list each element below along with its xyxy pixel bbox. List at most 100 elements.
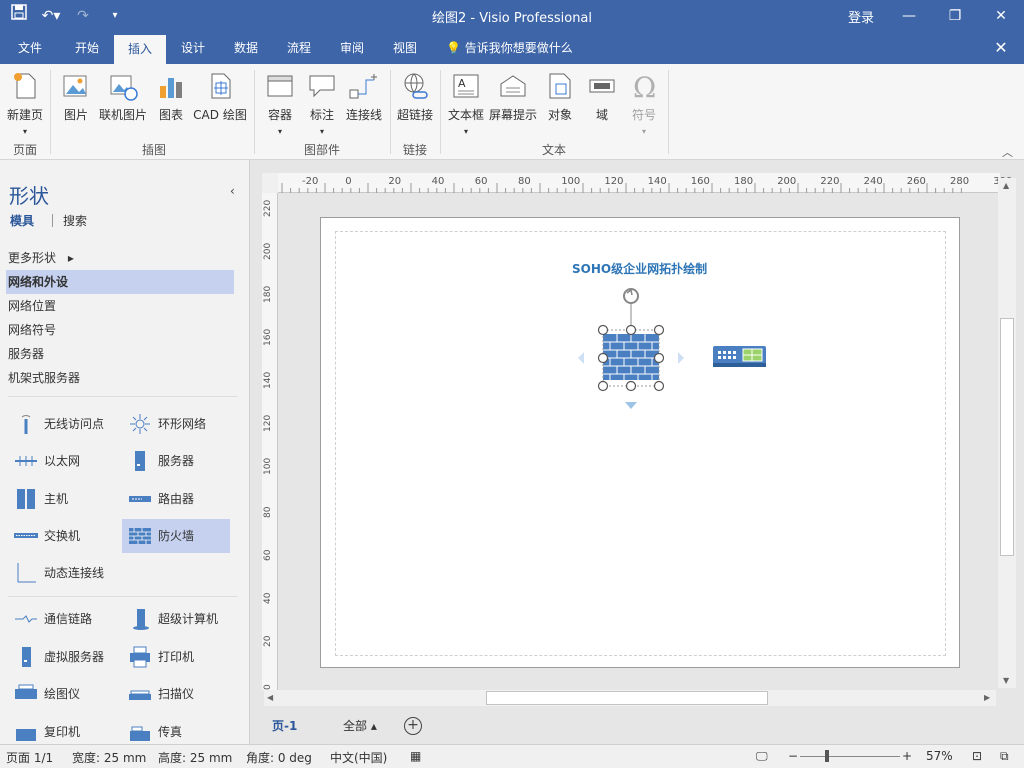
status-language[interactable]: 中文(中国)	[330, 749, 387, 766]
ruler-label: 160	[690, 176, 710, 187]
cad-drawing-button[interactable]: CAD 绘图	[192, 68, 248, 134]
svg-text:Ω: Ω	[633, 71, 656, 102]
master-virtual-server[interactable]: 虚拟服务器	[8, 640, 116, 674]
textbox-icon: A	[453, 74, 479, 98]
tab-stencils[interactable]: 模具	[10, 212, 34, 229]
restore-button[interactable]: ❐	[932, 0, 978, 32]
tell-me-box[interactable]: 💡 告诉我你想要做什么	[446, 32, 573, 64]
master-plotter[interactable]: 绘图仪	[8, 677, 116, 711]
macro-record-icon[interactable]: ▦	[410, 749, 421, 763]
picture-button[interactable]: 图片	[58, 68, 94, 134]
status-page[interactable]: 页面 1/1	[6, 749, 53, 766]
master-scanner[interactable]: 扫描仪	[122, 677, 230, 711]
connector-button[interactable]: 连接线	[344, 68, 384, 134]
master-server[interactable]: 服务器	[122, 444, 230, 478]
master-ring-network[interactable]: 环形网络	[122, 407, 230, 441]
screentip-button[interactable]: 屏幕提示	[488, 68, 538, 134]
chart-button[interactable]: 图表	[154, 68, 188, 134]
hyperlink-button[interactable]: 超链接	[396, 68, 434, 134]
stencil-rack-servers[interactable]: 机架式服务器	[6, 366, 234, 390]
stencil-network-peripherals[interactable]: 网络和外设	[6, 270, 234, 294]
tab-process[interactable]: 流程	[274, 32, 324, 64]
divider	[8, 596, 238, 597]
close-document-icon[interactable]: ✕	[990, 32, 1012, 64]
tab-view[interactable]: 视图	[380, 32, 430, 64]
minimize-button[interactable]: —	[886, 0, 932, 32]
online-picture-button[interactable]: 联机图片	[98, 68, 148, 134]
master-label: 虚拟服务器	[44, 650, 105, 664]
firewall-shape[interactable]	[572, 284, 692, 414]
master-dynamic-connector[interactable]: 动态连接线	[8, 556, 128, 590]
tab-design[interactable]: 设计	[168, 32, 218, 64]
new-page-icon	[14, 73, 36, 99]
close-button[interactable]: ✕	[978, 0, 1024, 32]
scroll-right-icon[interactable]: ▶	[984, 693, 990, 702]
object-button[interactable]: 对象	[542, 68, 578, 134]
tab-review[interactable]: 审阅	[326, 32, 378, 64]
all-pages-tab[interactable]: 全部 ▴	[343, 717, 377, 734]
tell-me-text: 告诉我你想要做什么	[464, 41, 573, 55]
fax-icon	[130, 726, 150, 741]
master-printer[interactable]: 打印机	[122, 640, 230, 674]
ruler-label: 60	[474, 176, 488, 187]
container-button[interactable]: 容器 ▾	[262, 68, 298, 136]
master-firewall[interactable]: 防火墙	[122, 519, 230, 553]
status-height[interactable]: 高度: 25 mm	[158, 749, 232, 766]
master-comm-link[interactable]: 通信链路	[8, 602, 116, 636]
tab-search[interactable]: 搜索	[63, 212, 87, 229]
tab-home[interactable]: 开始	[60, 32, 114, 64]
switch-shape[interactable]	[712, 344, 768, 372]
tab-insert[interactable]: 插入	[114, 35, 166, 64]
master-ethernet[interactable]: 以太网	[8, 444, 116, 478]
collapse-pane-icon[interactable]: ‹	[230, 184, 235, 198]
sign-in-link[interactable]: 登录	[848, 7, 874, 26]
scroll-down-icon[interactable]: ▼	[1003, 676, 1009, 685]
zoom-in-icon[interactable]: +	[902, 749, 912, 763]
callout-icon	[309, 75, 335, 98]
master-label: 无线访问点	[44, 417, 105, 431]
master-mainframe[interactable]: 主机	[8, 482, 116, 516]
zoom-level[interactable]: 57%	[926, 749, 953, 763]
field-button[interactable]: 域	[584, 68, 620, 134]
horizontal-scroll-thumb[interactable]	[486, 691, 768, 705]
chart-label: 图表	[158, 108, 183, 122]
master-copier[interactable]: 复印机	[8, 715, 116, 744]
master-fax[interactable]: 传真	[122, 715, 230, 744]
stencil-network-locations[interactable]: 网络位置	[6, 294, 234, 318]
add-page-button[interactable]: +	[404, 717, 422, 735]
horizontal-ruler: -20 0 20 40 60 80 100 120 140 160 180 200 220 240 260 2…	[262, 173, 1012, 193]
scroll-up-icon[interactable]: ▲	[1003, 181, 1009, 190]
rotation-handle[interactable]	[623, 288, 639, 330]
vertical-scroll-thumb[interactable]	[1000, 318, 1014, 556]
ruler-corner[interactable]	[262, 173, 278, 193]
ruler-label: 160	[263, 328, 273, 346]
more-shapes-item[interactable]: 更多形状 ▸	[6, 246, 234, 270]
status-angle[interactable]: 角度: 0 deg	[246, 749, 312, 766]
status-width[interactable]: 宽度: 25 mm	[72, 749, 146, 766]
symbol-button[interactable]: Ω 符号 ▾	[626, 68, 662, 136]
diagram-title[interactable]: SOHO级企业网拓扑绘制	[572, 260, 707, 277]
stencil-servers[interactable]: 服务器	[6, 342, 234, 366]
scroll-left-icon[interactable]: ◀	[267, 693, 273, 702]
tab-data[interactable]: 数据	[220, 32, 272, 64]
zoom-slider-track[interactable]	[800, 756, 900, 757]
master-wireless-access-point[interactable]: 无线访问点	[8, 407, 116, 441]
switch-windows-icon[interactable]: ⧉	[1000, 749, 1009, 764]
page-tab-1[interactable]: 页-1	[272, 717, 297, 734]
tab-file[interactable]: 文件	[6, 32, 54, 64]
callout-button[interactable]: 标注 ▾	[304, 68, 340, 136]
firewall-icon	[129, 528, 151, 544]
master-supercomputer[interactable]: 超级计算机	[122, 602, 230, 636]
fit-page-icon[interactable]: ⊡	[972, 749, 982, 763]
vertical-scrollbar[interactable]: ▲ ▼	[998, 178, 1016, 688]
textbox-button[interactable]: A 文本框 ▾	[446, 68, 486, 136]
master-switch[interactable]: 交换机	[8, 519, 116, 553]
master-router[interactable]: 路由器	[122, 482, 230, 516]
horizontal-scrollbar[interactable]: ◀ ▶	[264, 690, 996, 706]
new-page-button[interactable]: 新建页 ▾	[4, 68, 46, 136]
zoom-out-icon[interactable]: −	[788, 749, 798, 763]
zoom-slider-thumb[interactable]	[825, 750, 829, 762]
collapse-ribbon-icon[interactable]: ︿	[1002, 144, 1013, 160]
presentation-mode-icon[interactable]: 🖵	[756, 749, 768, 764]
stencil-network-symbols[interactable]: 网络符号	[6, 318, 234, 342]
